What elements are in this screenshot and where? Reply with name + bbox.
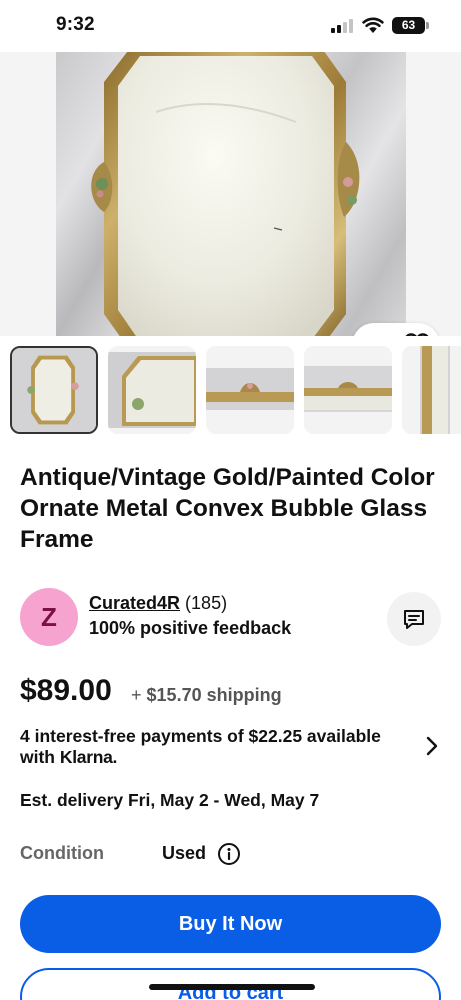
thumbnail-strip[interactable] xyxy=(10,346,461,434)
condition-label: Condition xyxy=(20,843,104,863)
shipping-plus: + xyxy=(131,685,142,705)
buy-it-now-button[interactable]: Buy It Now xyxy=(20,895,441,953)
condition-value: Used xyxy=(162,843,207,863)
contact-seller-button[interactable] xyxy=(387,592,441,646)
home-indicator xyxy=(149,984,315,990)
battery-icon: 63 xyxy=(392,17,425,34)
watch-button[interactable]: 15 xyxy=(352,323,440,336)
thumbnail-image xyxy=(206,346,294,434)
frame-illustration xyxy=(91,52,360,336)
seller-name-link[interactable]: Curated4R xyxy=(89,593,180,613)
thumbnail-4[interactable] xyxy=(304,346,392,434)
status-bar: 9:32 63 xyxy=(0,0,461,52)
seller-feedback: 100% positive feedback xyxy=(89,618,292,638)
thumbnail-1[interactable] xyxy=(10,346,98,434)
thumbnail-image xyxy=(108,346,196,434)
seller-feedback-count: (185) xyxy=(185,593,228,613)
seller-name-line: Curated4R (185) xyxy=(89,593,227,614)
thumbnail-image xyxy=(402,346,461,434)
chevron-right-icon[interactable] xyxy=(425,736,439,756)
shipping-cost: + $15.70 shipping xyxy=(131,685,282,706)
listing-title: Antique/Vintage Gold/Painted Color Ornat… xyxy=(20,464,435,553)
klarna-financing[interactable]: 4 interest-free payments of $22.25 avail… xyxy=(20,726,400,768)
thumbnail-5[interactable] xyxy=(402,346,461,434)
avatar[interactable]: Z xyxy=(20,588,78,646)
thumbnail-3[interactable] xyxy=(206,346,294,434)
shipping-text: $15.70 shipping xyxy=(146,685,282,705)
message-icon xyxy=(404,610,424,629)
product-photo[interactable] xyxy=(56,52,406,336)
heart-icon xyxy=(405,333,429,336)
price: $89.00 xyxy=(20,674,112,707)
info-icon[interactable] xyxy=(217,842,241,866)
thumbnail-image xyxy=(304,346,392,434)
status-time: 9:32 xyxy=(56,14,95,35)
seller-card[interactable]: Z Curated4R (185) 100% positive feedback xyxy=(20,588,441,646)
watch-count: 15 xyxy=(366,334,396,336)
klarna-logo: Klarna. xyxy=(59,747,118,767)
wifi-icon xyxy=(362,17,384,33)
thumbnail-2[interactable] xyxy=(108,346,196,434)
signal-icon xyxy=(331,19,355,33)
product-image-gallery[interactable]: 15 xyxy=(0,52,461,336)
thumbnail-image xyxy=(12,348,96,432)
estimated-delivery: Est. delivery Fri, May 2 - Wed, May 7 xyxy=(20,790,320,810)
battery-tip xyxy=(426,22,429,29)
